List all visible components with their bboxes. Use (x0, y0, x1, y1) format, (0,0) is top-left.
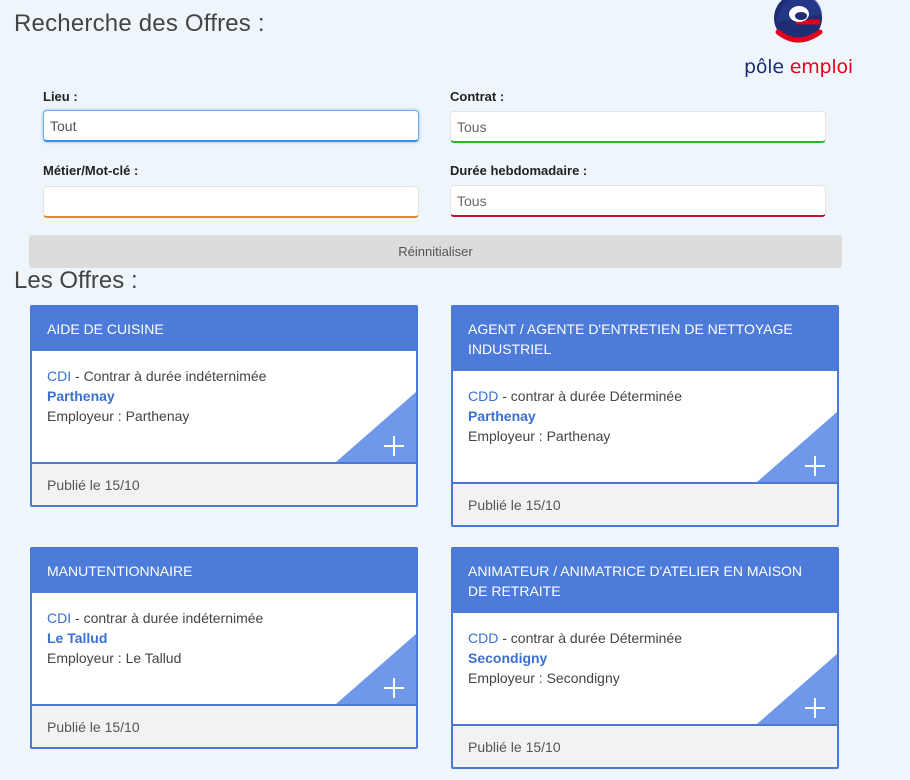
contract-type: CDD (468, 388, 499, 404)
offer-contract: CDI - contrar à durée indéternimée (47, 608, 401, 628)
pole-emploi-logo: pôle emploi (738, 0, 858, 80)
offer-card[interactable]: AIDE DE CUISINE CDI - Contrar à durée in… (30, 305, 418, 507)
lieu-select[interactable]: Tout (43, 110, 419, 142)
offer-body: CDD - contrar à durée Déterminée Secondi… (453, 613, 837, 726)
duree-select[interactable]: Tous (450, 185, 826, 217)
offer-card[interactable]: AGENT / AGENTE D'ENTRETIEN DE NETTOYAGE … (451, 305, 839, 527)
offers-section-title: Les Offres : (14, 267, 138, 294)
offer-published: Publié le 15/10 (32, 464, 416, 505)
contract-type: CDI (47, 610, 72, 626)
offer-title: AIDE DE CUISINE (32, 307, 416, 351)
duree-value: Tous (457, 192, 487, 209)
contrat-value: Tous (457, 118, 487, 135)
expand-corner[interactable] (336, 392, 416, 462)
offer-title: AGENT / AGENTE D'ENTRETIEN DE NETTOYAGE … (453, 307, 837, 371)
offer-title: MANUTENTIONNAIRE (32, 549, 416, 593)
offer-contract: CDD - contrar à durée Déterminée (468, 386, 822, 406)
contrat-label: Contrat : (450, 89, 505, 104)
offer-card[interactable]: MANUTENTIONNAIRE CDI - contrar à durée i… (30, 547, 418, 749)
contract-desc: - contrar à durée indéternimée (71, 610, 264, 626)
offer-body: CDD - contrar à durée Déterminée Parthen… (453, 371, 837, 484)
metier-input[interactable] (43, 186, 419, 218)
reset-button[interactable]: Réinnitialiser (29, 235, 842, 268)
contract-desc: - Contrar à durée indéternimée (71, 368, 267, 384)
offer-body: CDI - contrar à durée indéternimée Le Ta… (32, 593, 416, 706)
page-title: Recherche des Offres : (14, 10, 265, 37)
pole-emploi-wordmark: pôle emploi (744, 56, 853, 78)
contract-type: CDI (47, 368, 72, 384)
pole-emploi-logo-mark (774, 0, 823, 43)
offer-body: CDI - Contrar à durée indéternimée Parth… (32, 351, 416, 464)
contract-type: CDD (468, 630, 499, 646)
expand-corner[interactable] (757, 412, 837, 482)
contract-desc: - contrar à durée Déterminée (498, 630, 682, 646)
lieu-label: Lieu : (43, 89, 78, 104)
metier-label: Métier/Mot-clé : (43, 163, 139, 178)
offer-published: Publié le 15/10 (453, 484, 837, 525)
expand-corner[interactable] (757, 654, 837, 724)
offer-contract: CDD - contrar à durée Déterminée (468, 628, 822, 648)
offer-title: ANIMATEUR / ANIMATRICE D'ATELIER EN MAIS… (453, 549, 837, 613)
expand-corner[interactable] (336, 634, 416, 704)
duree-label: Durée hebdomadaire : (450, 163, 588, 178)
offer-published: Publié le 15/10 (453, 726, 837, 767)
contrat-select[interactable]: Tous (450, 111, 826, 143)
lieu-value: Tout (50, 117, 77, 134)
offer-card[interactable]: ANIMATEUR / ANIMATRICE D'ATELIER EN MAIS… (451, 547, 839, 769)
offer-published: Publié le 15/10 (32, 706, 416, 747)
offer-contract: CDI - Contrar à durée indéternimée (47, 366, 401, 386)
contract-desc: - contrar à durée Déterminée (498, 388, 682, 404)
